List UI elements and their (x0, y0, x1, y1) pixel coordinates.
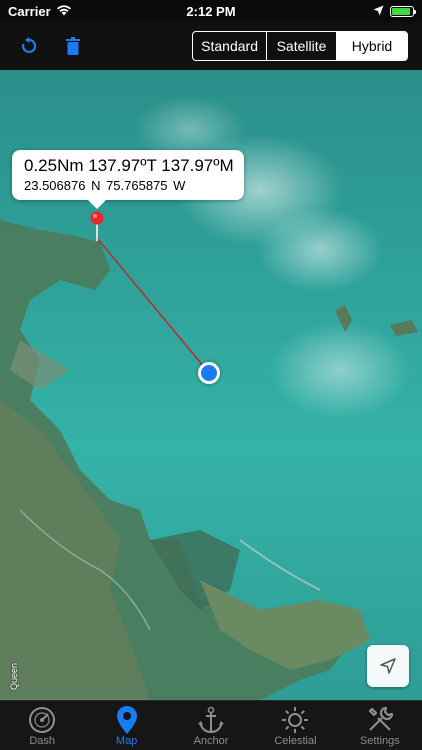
location-arrow-icon (380, 658, 396, 674)
delete-button[interactable] (58, 31, 88, 61)
tab-settings[interactable]: Settings (338, 701, 422, 750)
tab-label: Anchor (193, 735, 229, 747)
locate-me-button[interactable] (367, 645, 409, 687)
map-legal-label: Queen (9, 663, 19, 691)
tab-celestial[interactable]: Celestial (253, 701, 337, 750)
status-bar: Carrier 2:12 PM (0, 0, 422, 22)
location-arrow-icon (373, 4, 384, 19)
segment-standard[interactable]: Standard (193, 32, 267, 60)
tab-label: Dash (29, 735, 56, 747)
tab-label: Settings (359, 735, 400, 747)
position-callout[interactable]: 0.25Nm 137.97ºT 137.97ºM 23.506876 N 75.… (12, 150, 244, 209)
segment-hybrid[interactable]: Hybrid (337, 32, 407, 60)
refresh-icon (21, 37, 37, 54)
battery-icon (390, 5, 416, 17)
current-location-dot (198, 362, 220, 384)
wrench-screwdriver-icon (365, 705, 395, 735)
tab-dash[interactable]: Dash (0, 701, 84, 750)
segment-satellite[interactable]: Satellite (267, 32, 337, 60)
trash-icon (66, 37, 80, 55)
callout-coordinates: 23.506876 N 75.765875 W (24, 178, 186, 193)
map-toolbar: Standard Satellite Hybrid (0, 22, 422, 70)
tab-label: Celestial (274, 735, 317, 747)
tab-bar: Dash Map Anchor Celestial Settings (0, 700, 422, 750)
anchor-icon (196, 705, 226, 735)
tab-anchor[interactable]: Anchor (169, 701, 253, 750)
wifi-icon (56, 4, 72, 19)
map-type-selector: Standard Satellite Hybrid (192, 31, 408, 61)
sun-icon (280, 705, 310, 735)
gauge-icon (27, 705, 57, 735)
map-pin-icon (112, 705, 142, 735)
tab-map[interactable]: Map (84, 701, 168, 750)
carrier-label: Carrier (8, 3, 51, 19)
anchor-pin-icon[interactable] (90, 211, 104, 241)
battery-level (392, 7, 410, 15)
map-view[interactable]: 0.25Nm 137.97ºT 137.97ºM 23.506876 N 75.… (0, 70, 422, 700)
tab-label: Map (115, 735, 138, 747)
callout-distance-bearing: 0.25Nm 137.97ºT 137.97ºM (24, 156, 234, 175)
refresh-button[interactable] (14, 31, 44, 61)
